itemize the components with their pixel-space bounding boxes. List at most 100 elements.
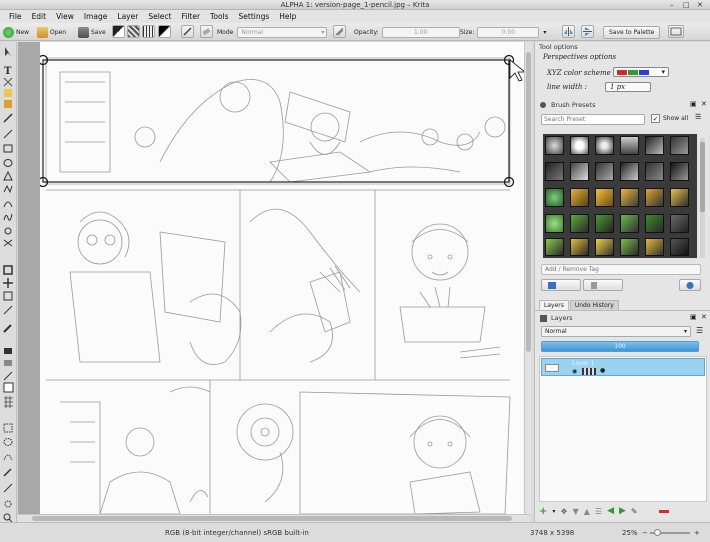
gradient-fill-icon[interactable]	[4, 360, 12, 366]
chevron-down-icon[interactable]: ▾	[552, 508, 555, 515]
mirror-vertical-button[interactable]	[581, 25, 594, 38]
preset-thumb[interactable]	[545, 238, 564, 256]
color-scheme-select[interactable]: ▾	[613, 67, 669, 77]
new-button[interactable]: New	[3, 25, 29, 39]
canvas[interactable]	[18, 42, 530, 514]
rectangle-tool-icon[interactable]	[3, 144, 13, 153]
freehand-path-icon[interactable]	[3, 213, 13, 221]
layer-options-icon[interactable]: ☰	[696, 326, 703, 335]
fg-bg-color-selector[interactable]	[158, 25, 171, 38]
polygon-tool-icon[interactable]	[3, 170, 13, 181]
merge-down-icon[interactable]: ▼	[573, 507, 579, 516]
menu-settings[interactable]: Settings	[234, 12, 275, 21]
preset-thumb[interactable]	[645, 238, 664, 256]
preset-thumb[interactable]	[645, 162, 664, 181]
preset-thumb[interactable]	[595, 238, 614, 256]
menu-view[interactable]: View	[51, 12, 79, 21]
preset-thumb[interactable]	[620, 136, 639, 155]
opacity-slider[interactable]: 1.00	[381, 26, 460, 38]
show-all-checkbox[interactable]: ✓	[651, 114, 660, 123]
minimize-button[interactable]: –	[670, 1, 674, 9]
freehand-brush-icon[interactable]	[3, 113, 13, 123]
measure-tool-icon[interactable]	[3, 305, 13, 315]
menu-help[interactable]: Help	[274, 12, 301, 21]
menu-file[interactable]: File	[4, 12, 27, 21]
layer-blend-mode-select[interactable]: Normal ▾	[541, 326, 691, 337]
move-right-icon[interactable]: ▶	[619, 506, 626, 516]
pattern-selector[interactable]	[127, 25, 140, 38]
text-tool-icon[interactable]: T	[4, 66, 12, 77]
perspective-assistant[interactable]	[37, 54, 515, 188]
preset-thumb[interactable]	[570, 214, 589, 233]
preset-menu-icon[interactable]: ☰	[695, 113, 701, 121]
preset-thumb[interactable]	[670, 238, 689, 256]
preset-thumb[interactable]	[620, 188, 639, 207]
preset-thumb[interactable]	[670, 162, 689, 181]
preset-thumb[interactable]	[570, 188, 589, 207]
preset-thumb[interactable]	[595, 162, 614, 181]
edit-icon[interactable]: ✎	[631, 507, 638, 516]
layer-opacity-slider[interactable]: 100	[541, 341, 699, 352]
remove-preset-button[interactable]	[583, 279, 623, 291]
preset-thumb[interactable]	[620, 162, 639, 181]
assistant-tool-icon[interactable]	[3, 371, 13, 381]
layer-row[interactable]: Layer 1 ◉ ●	[541, 358, 705, 376]
alpha-channel-icon[interactable]	[582, 368, 596, 375]
preset-thumb[interactable]	[670, 214, 689, 233]
layer-properties-icon[interactable]: ☰	[595, 507, 602, 516]
document-page[interactable]	[37, 42, 527, 514]
perspective-grid-icon[interactable]	[3, 382, 14, 393]
erase-mode-button[interactable]	[200, 25, 213, 38]
preset-settings-button[interactable]	[679, 279, 701, 291]
workspace-chooser[interactable]	[668, 25, 684, 38]
preset-thumb[interactable]	[570, 136, 589, 155]
fill-tool-icon[interactable]	[4, 348, 12, 354]
bezier-select-icon[interactable]	[4, 500, 12, 508]
preset-thumb[interactable]	[545, 188, 564, 207]
line-width-field[interactable]: 1 px	[605, 82, 651, 92]
preset-thumb[interactable]	[545, 214, 564, 233]
pattern-selector-2[interactable]	[142, 25, 155, 38]
line-tool-icon[interactable]	[3, 129, 13, 139]
rect-select-icon[interactable]	[3, 423, 13, 433]
lasso-select-icon[interactable]	[3, 454, 13, 461]
menu-edit[interactable]: Edit	[27, 12, 52, 21]
open-button[interactable]: Open	[37, 25, 66, 39]
move-layer-up-icon[interactable]: ▲	[584, 507, 590, 516]
preserve-alpha-button[interactable]	[333, 25, 346, 38]
preset-thumb[interactable]	[645, 188, 664, 207]
delete-layer-icon[interactable]	[658, 509, 669, 513]
preset-thumb[interactable]	[645, 136, 664, 155]
preset-thumb[interactable]	[570, 162, 589, 181]
vertical-scrollbar[interactable]	[524, 42, 532, 514]
calligraphy-icon[interactable]	[4, 89, 12, 97]
horizontal-scroll-thumb[interactable]	[32, 516, 512, 521]
maximize-button[interactable]: □	[683, 1, 690, 9]
close-panel-icon[interactable]: ✕	[701, 313, 707, 321]
float-panel-icon[interactable]: ▣	[690, 313, 697, 321]
preset-search-input[interactable]	[541, 114, 645, 125]
ellipse-tool-icon[interactable]	[3, 159, 13, 167]
ellipse-select-icon[interactable]	[3, 438, 13, 446]
gradient-selector[interactable]	[112, 25, 125, 38]
move-left-icon[interactable]: ◀	[607, 506, 614, 516]
preset-thumb[interactable]	[545, 162, 564, 181]
transform-tool-icon[interactable]	[3, 291, 13, 301]
contiguous-select-icon[interactable]	[3, 483, 13, 493]
chevron-down-icon[interactable]: ▾	[543, 29, 546, 36]
magic-wand-icon[interactable]	[3, 468, 12, 477]
tab-layers[interactable]: Layers	[539, 300, 569, 310]
preset-thumb[interactable]	[570, 238, 589, 256]
preset-thumb[interactable]	[620, 238, 639, 256]
select-shapes-icon[interactable]	[5, 47, 11, 56]
bezier-tool-icon[interactable]	[3, 201, 13, 208]
preset-thumb[interactable]	[595, 136, 614, 155]
preset-thumb[interactable]	[545, 136, 564, 155]
multibrush-icon[interactable]	[3, 239, 13, 247]
eye-icon[interactable]: ◉	[572, 368, 577, 375]
zoom-slider-handle[interactable]	[654, 529, 661, 536]
preset-thumb[interactable]	[670, 188, 689, 207]
polyline-tool-icon[interactable]	[3, 184, 13, 194]
zoom-out-icon[interactable]: −	[642, 529, 648, 537]
dynamic-brush-icon[interactable]	[4, 227, 12, 235]
